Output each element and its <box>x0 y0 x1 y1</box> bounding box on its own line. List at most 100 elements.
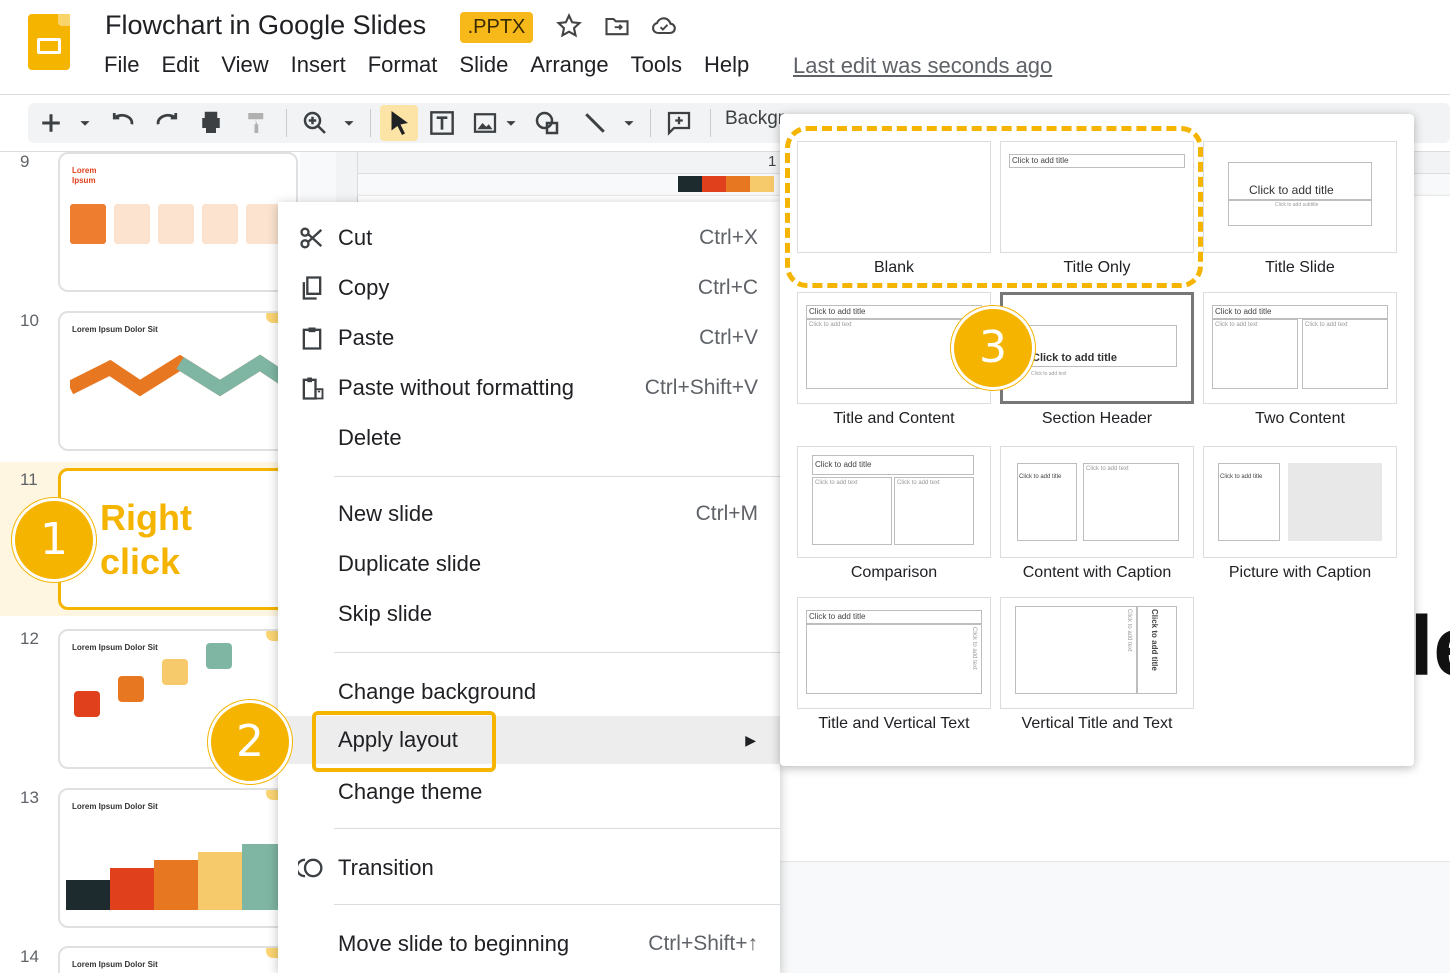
menu-item-new-slide[interactable]: New slide Ctrl+M <box>278 490 780 538</box>
line-icon[interactable] <box>580 105 610 141</box>
menu-item-label: Skip slide <box>338 601 433 626</box>
undo-icon[interactable] <box>108 105 138 141</box>
thumb-graphic <box>206 643 232 669</box>
thumb-graphic <box>70 354 290 397</box>
menu-view[interactable]: View <box>221 52 268 78</box>
menu-item-shortcut: Ctrl+Shift+V <box>644 376 758 399</box>
menu-item-paste[interactable]: Paste Ctrl+V <box>278 314 780 362</box>
menu-item-change-theme[interactable]: Change theme <box>278 768 780 816</box>
slide-thumbnail-9[interactable]: Lorem Ipsum <box>58 152 298 292</box>
paste-plain-icon <box>302 377 324 400</box>
layout-content-with-caption[interactable]: Click to add title Click to add text Con… <box>1000 446 1194 582</box>
layout-label: Comparison <box>850 564 938 581</box>
image-dropdown-icon[interactable] <box>500 105 522 141</box>
comment-icon[interactable] <box>664 105 694 141</box>
thumb-title: Lorem Ipsum Dolor Sit <box>72 643 158 652</box>
menu-help[interactable]: Help <box>704 52 749 78</box>
new-slide-plus-icon[interactable] <box>36 105 66 141</box>
image-icon[interactable] <box>470 105 500 141</box>
star-icon[interactable] <box>555 12 583 40</box>
last-edit-link[interactable]: Last edit was seconds ago <box>793 53 1052 79</box>
ruler-mark: 1 <box>768 153 777 170</box>
step-2-badge: 2 <box>208 700 292 784</box>
swatch-4 <box>750 176 774 192</box>
shape-icon[interactable] <box>532 105 562 141</box>
menu-item-cut[interactable]: Cut Ctrl+X <box>278 214 780 262</box>
thumb-graphic <box>118 676 144 702</box>
menu-item-paste-without-formatting[interactable]: Paste without formatting Ctrl+Shift+V <box>278 364 780 412</box>
placeholder-text: Click to add title <box>809 307 866 316</box>
menu-item-copy[interactable]: Copy Ctrl+C <box>278 264 780 312</box>
layout-label: Section Header <box>1041 410 1153 427</box>
placeholder-box: Click to add title <box>1017 325 1177 367</box>
context-menu: Cut Ctrl+X Copy Ctrl+C Paste Ctrl+V Past… <box>278 202 780 973</box>
line-dropdown-icon[interactable] <box>618 105 640 141</box>
menu-edit[interactable]: Edit <box>161 52 199 78</box>
menu-slide[interactable]: Slide <box>459 52 508 78</box>
layout-preview: Click to add title Click to add text Cli… <box>1203 292 1397 404</box>
slide-thumbnail-13[interactable]: Lorem Ipsum Dolor Sit <box>58 788 298 928</box>
slide-number: 9 <box>20 152 30 171</box>
menu-arrange[interactable]: Arrange <box>530 52 608 78</box>
cloud-saved-icon[interactable] <box>650 12 678 40</box>
thumb-title: Lorem Ipsum Dolor Sit <box>72 325 158 334</box>
menu-insert[interactable]: Insert <box>291 52 346 78</box>
slide-title-fragment: le <box>1410 599 1450 693</box>
layout-label: Two Content <box>1255 410 1345 427</box>
zoom-dropdown-icon[interactable] <box>338 105 360 141</box>
paint-format-icon[interactable] <box>242 105 272 141</box>
menu-divider <box>334 904 780 905</box>
select-cursor-icon[interactable] <box>380 105 418 141</box>
redo-icon[interactable] <box>152 105 182 141</box>
layout-title-slide[interactable]: Click to add title Click to add subtitle… <box>1203 141 1397 277</box>
thumb-graphic <box>198 852 242 910</box>
file-type-badge: .PPTX <box>460 12 533 43</box>
placeholder-text: Click to add title <box>1032 352 1117 364</box>
placeholder-box: Click to add text <box>1015 606 1137 694</box>
layout-title-and-vertical-text[interactable]: Click to add title Click to add text Tit… <box>797 597 991 733</box>
layout-comparison[interactable]: Click to add title Click to add text Cli… <box>797 446 991 582</box>
thumb-graphic <box>162 659 188 685</box>
menu-item-move-to-beginning[interactable]: Move slide to beginning Ctrl+Shift+↑ <box>278 920 780 968</box>
text-box-icon[interactable] <box>426 105 458 141</box>
placeholder-box: Click to add title <box>812 455 974 475</box>
menu-item-change-background[interactable]: Change background <box>278 668 780 716</box>
layout-preview: Click to add title Click to add subtitle <box>1203 141 1397 253</box>
menu-bar: File Edit View Insert Format Slide Arran… <box>104 52 771 78</box>
menu-item-label: Transition <box>338 855 434 880</box>
layout-two-content[interactable]: Click to add title Click to add text Cli… <box>1203 292 1397 428</box>
layout-vertical-title-and-text[interactable]: Click to add text Click to add title Ver… <box>1000 597 1194 733</box>
background-button[interactable]: Backgr <box>725 108 784 130</box>
menu-item-label: New slide <box>338 501 434 526</box>
right-click-annotation: Right click <box>100 497 192 582</box>
slide-thumbnail-10[interactable]: Lorem Ipsum Dolor Sit <box>58 311 298 451</box>
placeholder-box: Click to add text <box>894 477 974 545</box>
menu-format[interactable]: Format <box>368 52 438 78</box>
swatch-3 <box>726 176 750 192</box>
menu-tools[interactable]: Tools <box>631 52 682 78</box>
layout-picture-with-caption[interactable]: Click to add title Picture with Caption <box>1203 446 1397 582</box>
slide-thumbnail-14[interactable]: Lorem Ipsum Dolor Sit <box>58 946 298 973</box>
zoom-icon[interactable] <box>300 105 330 141</box>
menu-divider <box>334 476 780 477</box>
menu-item-skip-slide[interactable]: Skip slide <box>278 590 780 638</box>
slide-number: 14 <box>20 947 39 966</box>
placeholder-text: Click to add text <box>971 627 977 670</box>
document-title[interactable]: Flowchart in Google Slides <box>105 10 426 41</box>
copy-icon <box>302 276 322 300</box>
chevron-down-icon[interactable] <box>74 105 96 141</box>
print-icon[interactable] <box>196 105 226 141</box>
step-1-badge: 1 <box>12 498 96 582</box>
slide-number: 11 <box>20 470 38 489</box>
layout-label: Picture with Caption <box>1228 564 1372 581</box>
placeholder-box: Click to add text <box>1083 463 1179 541</box>
layout-preview: Click to add text Click to add title <box>1000 597 1194 709</box>
move-to-folder-icon[interactable] <box>603 12 631 40</box>
menu-file[interactable]: File <box>104 52 139 78</box>
color-swatches <box>678 176 774 192</box>
menu-item-duplicate-slide[interactable]: Duplicate slide <box>278 540 780 588</box>
menu-item-delete[interactable]: Delete <box>278 414 780 462</box>
step-3-badge: 3 <box>951 306 1035 390</box>
menu-item-transition[interactable]: Transition <box>278 844 780 892</box>
slides-logo-icon[interactable] <box>28 14 70 70</box>
